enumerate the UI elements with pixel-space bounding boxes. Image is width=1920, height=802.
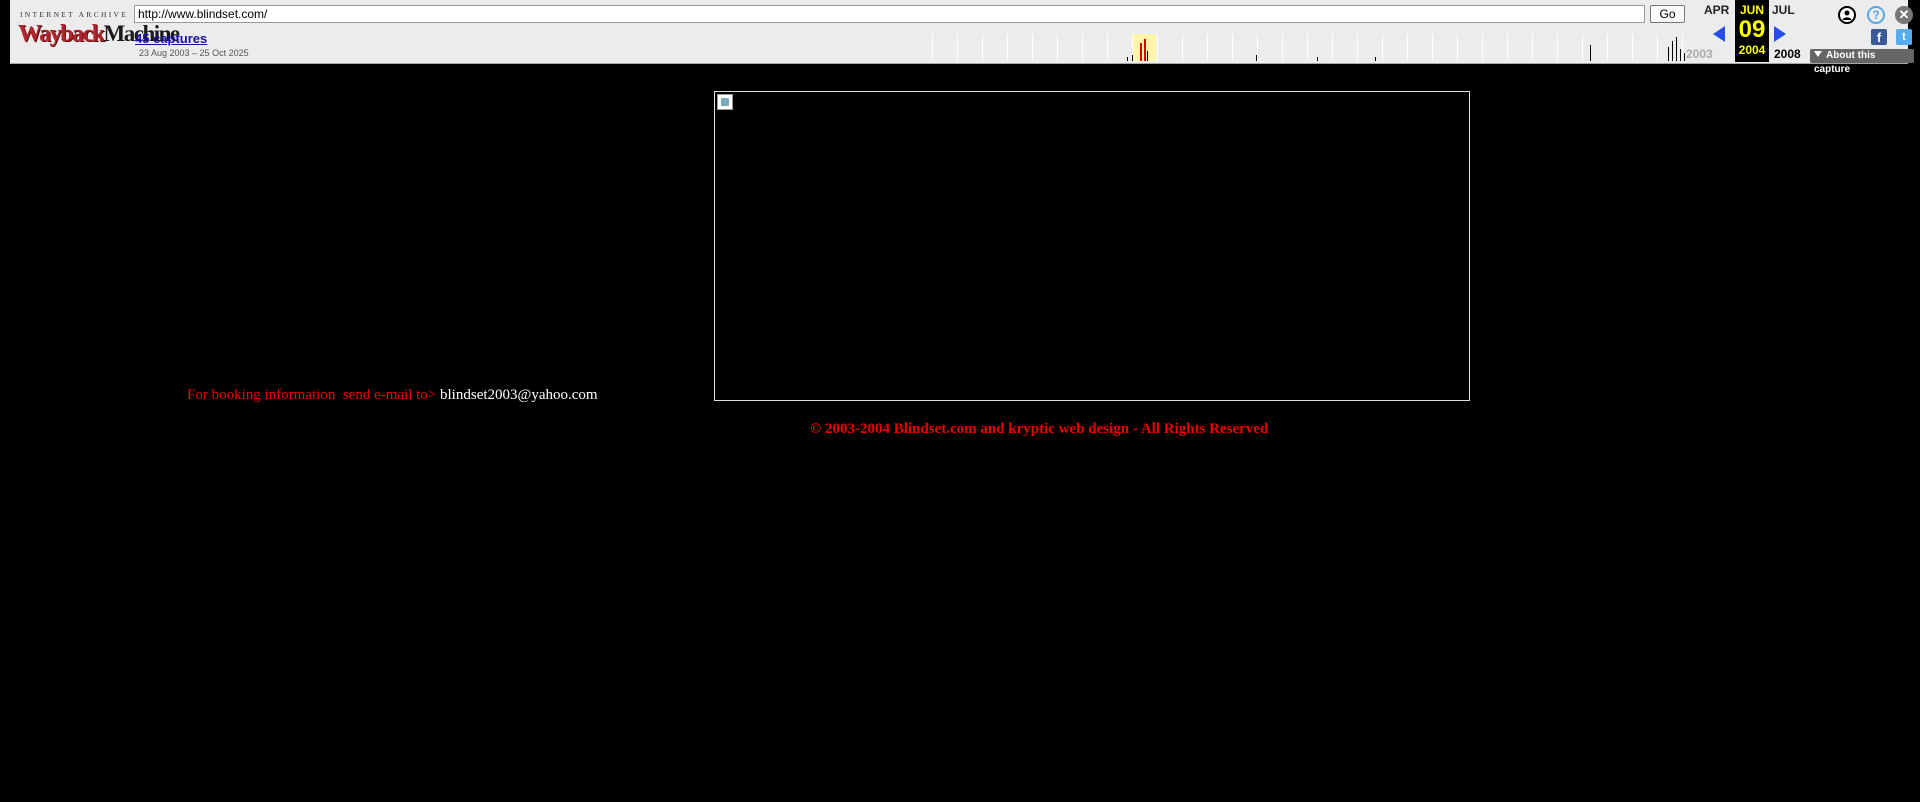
sparkline-capture-bar	[1317, 57, 1318, 61]
sparkline-year-column[interactable]	[1582, 34, 1606, 61]
url-input[interactable]: http://www.blindset.com/	[134, 5, 1645, 23]
logo-internet-archive-text: INTERNET ARCHIVE	[20, 10, 129, 19]
current-capture-date: JUN 09 2004	[1735, 0, 1769, 62]
go-button[interactable]: Go	[1650, 5, 1685, 23]
sparkline-capture-bar	[1672, 41, 1673, 61]
sparkline-year-column[interactable]	[1457, 34, 1481, 61]
captures-link[interactable]: 45 captures	[135, 31, 207, 46]
sparkline-year-column[interactable]	[1482, 34, 1506, 61]
sparkline-year-column[interactable]	[1307, 34, 1331, 61]
sparkline-capture-bar	[1680, 49, 1681, 61]
sparkline-year-column[interactable]	[982, 34, 1006, 61]
user-icon[interactable]	[1838, 6, 1856, 24]
wayback-toolbar: INTERNET ARCHIVE Wayback Machine http://w…	[10, 0, 1914, 75]
sparkline-year-column[interactable]	[932, 34, 956, 61]
help-icon[interactable]: ?	[1867, 6, 1885, 24]
sparkline-year-column[interactable]	[1232, 34, 1256, 61]
sparkline-year-column[interactable]	[1557, 34, 1581, 61]
sparkline-year-column[interactable]	[1407, 34, 1431, 61]
booking-label: For booking information send e-mail to>	[187, 387, 441, 403]
facebook-icon[interactable]: f	[1871, 29, 1887, 45]
logo-wordmark: Wayback Machine	[18, 20, 180, 48]
sparkline-year-column[interactable]	[1432, 34, 1456, 61]
close-icon[interactable]: ✕	[1895, 6, 1913, 24]
booking-info: For booking information send e-mail to> …	[187, 387, 598, 404]
prev-capture-arrow-icon[interactable]	[1713, 26, 1725, 42]
sparkline-year-column[interactable]	[1632, 34, 1656, 61]
sparkline-year-column[interactable]	[1157, 34, 1181, 61]
next-year-label: 2008	[1774, 47, 1801, 61]
sparkline-capture-bar	[1127, 57, 1128, 61]
sparkline-capture-bar	[1144, 39, 1146, 61]
caret-down-icon	[1814, 51, 1822, 57]
sparkline-year-column[interactable]	[1257, 34, 1281, 61]
sparkline-year-column[interactable]	[1657, 34, 1681, 61]
current-year-label: 2004	[1738, 43, 1766, 57]
user-icon-glyph	[1842, 10, 1852, 20]
sparkline-capture-bar	[1140, 43, 1142, 61]
sparkline-year-column[interactable]	[1032, 34, 1056, 61]
sparkline-year-column[interactable]	[1332, 34, 1356, 61]
sparkline-year-column[interactable]	[1532, 34, 1556, 61]
next-month-label[interactable]: JUL	[1772, 3, 1795, 17]
sparkline-year-column[interactable]	[1507, 34, 1531, 61]
capture-sparkline[interactable]	[932, 34, 1706, 61]
sparkline-year-column[interactable]	[1282, 34, 1306, 61]
booking-email[interactable]: blindset2003@yahoo.com	[440, 387, 598, 403]
prev-month-label[interactable]: APR	[1704, 3, 1729, 17]
broken-image-icon	[717, 94, 733, 110]
current-month-label: JUN	[1739, 3, 1764, 17]
sparkline-year-column[interactable]	[957, 34, 981, 61]
sparkline-year-column[interactable]	[1182, 34, 1206, 61]
sparkline-year-column[interactable]	[1007, 34, 1031, 61]
sparkline-year-column[interactable]	[1082, 34, 1106, 61]
twitter-icon[interactable]: t	[1896, 29, 1912, 45]
logo-way-text: Wayback	[18, 21, 105, 47]
sparkline-year-column[interactable]	[1057, 34, 1081, 61]
sparkline-capture-bar	[1590, 45, 1591, 61]
sparkline-capture-bar	[1375, 57, 1376, 61]
sparkline-capture-bar	[1256, 55, 1257, 61]
hero-image-broken	[714, 91, 1470, 401]
sparkline-capture-bar	[1676, 37, 1677, 61]
prev-year-label: 2003	[1686, 47, 1713, 61]
sparkline-capture-bar	[1147, 51, 1148, 61]
sparkline-year-column[interactable]	[1207, 34, 1231, 61]
sparkline-year-column[interactable]	[1607, 34, 1631, 61]
about-capture-button[interactable]: About this capture	[1810, 49, 1914, 75]
capture-date-range: 23 Aug 2003 – 25 Oct 2025	[139, 48, 249, 58]
about-capture-label: About this capture	[1814, 50, 1876, 75]
copyright-text: © 2003-2004 Blindset.com and kryptic web…	[810, 421, 1269, 437]
next-capture-arrow-icon[interactable]	[1774, 26, 1786, 42]
wayback-logo[interactable]: INTERNET ARCHIVE Wayback Machine	[18, 10, 180, 54]
current-day-label: 09	[1738, 16, 1766, 43]
sparkline-capture-bar	[1684, 53, 1685, 61]
sparkline-year-column[interactable]	[1357, 34, 1381, 61]
sparkline-capture-bar	[1668, 47, 1669, 61]
sparkline-year-column[interactable]	[1382, 34, 1406, 61]
sparkline-capture-bar	[1132, 55, 1133, 61]
